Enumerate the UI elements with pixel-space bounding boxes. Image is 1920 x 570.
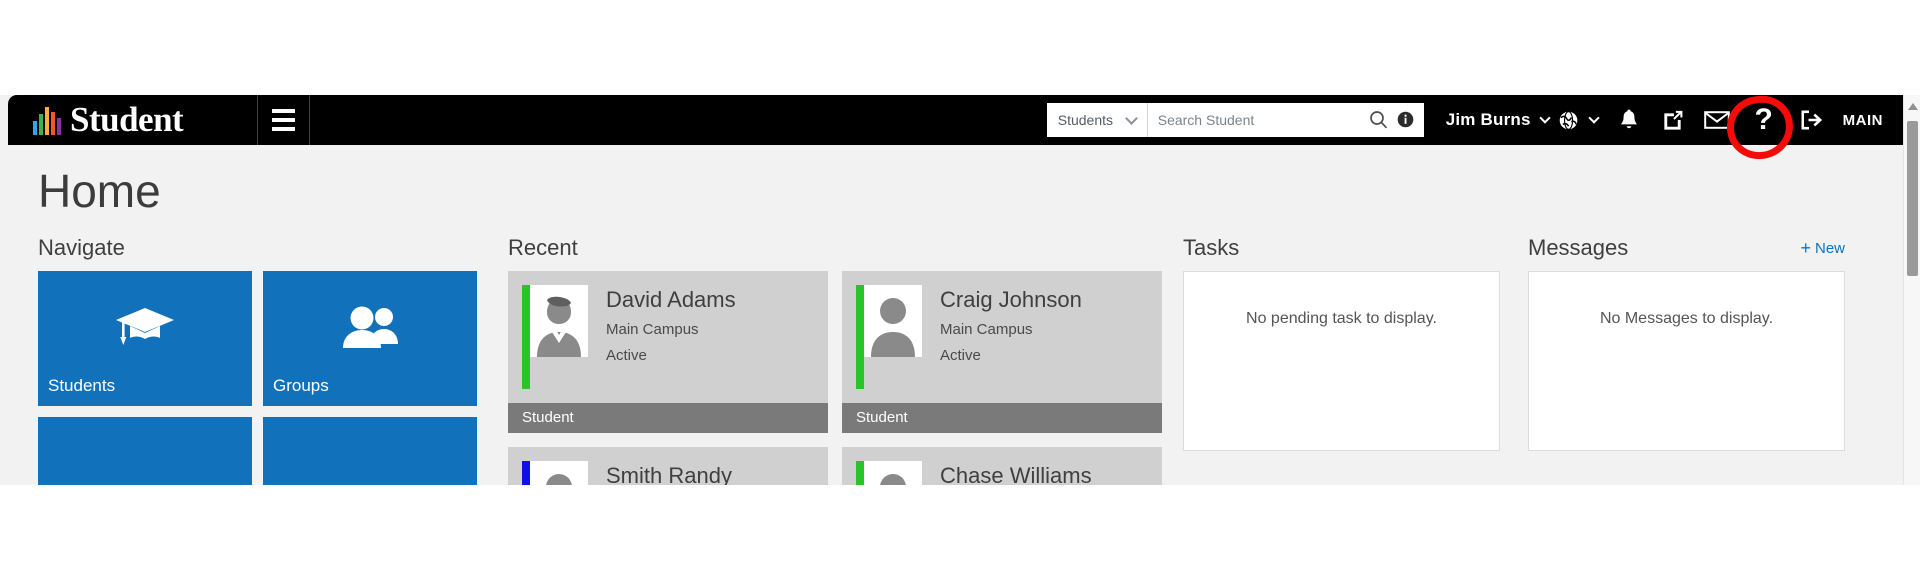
tile-students[interactable]: Students [38, 271, 252, 407]
messages-heading: Messages [1528, 235, 1629, 261]
tile-extra-2[interactable] [263, 417, 477, 485]
recent-card-campus: Main Campus [940, 320, 1033, 338]
scroll-up-arrow-icon[interactable] [1908, 103, 1918, 110]
recent-card-body: Smith Randy Main Campus Active [508, 447, 828, 485]
tasks-section: Tasks No pending task to display. [1183, 237, 1528, 485]
search-group: Students [1046, 103, 1424, 137]
recent-card[interactable]: Smith Randy Main Campus Active Student [508, 447, 828, 485]
chevron-down-icon [1124, 112, 1138, 125]
plus-icon: + [1800, 238, 1811, 259]
brand-name: Student [70, 100, 184, 139]
magnifier-icon[interactable] [1369, 110, 1388, 134]
status-stripe [522, 285, 530, 390]
recent-card-type: Student [842, 403, 1162, 434]
recent-card-grid: David Adams Main Campus Active Student C… [508, 271, 1183, 485]
avatar [864, 285, 922, 358]
question-mark-icon[interactable]: ? [1739, 95, 1789, 145]
main-context-label[interactable]: MAIN [1833, 95, 1883, 145]
avatar [530, 285, 588, 358]
dashboard-columns: Navigate Students Groups Recent David Ad… [8, 215, 1892, 485]
search-scope-select[interactable]: Students [1046, 103, 1147, 137]
recent-card-name: Smith Randy [606, 463, 732, 485]
avatar [530, 461, 588, 485]
tasks-panel: No pending task to display. [1183, 271, 1500, 452]
recent-card-name: Chase Williams [940, 463, 1092, 485]
navigate-heading: Navigate [38, 235, 125, 261]
search-scope-value: Students [1057, 112, 1113, 128]
recent-card[interactable]: David Adams Main Campus Active Student [508, 271, 828, 434]
hamburger-menu-icon[interactable] [258, 95, 310, 145]
status-stripe [856, 461, 864, 485]
application-window: Student Students Search Student Jim Burn… [0, 95, 1920, 485]
navigate-section: Navigate Students Groups [38, 237, 508, 485]
messages-heading-row: Messages + New [1528, 237, 1873, 259]
tile-extra-1[interactable] [38, 417, 252, 485]
recent-card-campus: Main Campus [606, 320, 699, 338]
recent-card-name: David Adams [606, 287, 736, 313]
user-name-label: Jim Burns [1445, 110, 1531, 129]
people-icon [337, 304, 403, 373]
bar-chart-logo-icon [33, 105, 61, 135]
bell-icon[interactable] [1607, 95, 1651, 145]
recent-card-name: Craig Johnson [940, 287, 1082, 313]
messages-panel: No Messages to display. [1528, 271, 1845, 452]
top-navigation-bar: Student Students Search Student Jim Burn… [8, 95, 1905, 145]
chevron-down-icon [1588, 112, 1600, 124]
tile-label: Groups [273, 376, 329, 396]
tasks-empty-text: No pending task to display. [1246, 310, 1437, 328]
vertical-scrollbar[interactable] [1903, 95, 1920, 485]
search-icons [1369, 110, 1414, 134]
recent-card-info: Chase Williams Main Campus Active [922, 461, 1092, 485]
recent-card-type: Student [508, 403, 828, 434]
help-glyph: ? [1754, 103, 1773, 136]
avatar [864, 461, 922, 485]
status-stripe [856, 285, 864, 390]
main-label-text: MAIN [1842, 111, 1883, 129]
brand-logo[interactable]: Student [8, 95, 258, 145]
graduation-cap-icon [114, 304, 176, 373]
recent-card[interactable]: Chase Williams Main Campus Active Studen… [842, 447, 1162, 485]
logout-icon[interactable] [1789, 95, 1833, 145]
messages-empty-text: No Messages to display. [1599, 310, 1774, 328]
search-field-wrapper [1146, 103, 1424, 137]
recent-card-body: Chase Williams Main Campus Active [842, 447, 1162, 485]
envelope-icon[interactable] [1695, 95, 1739, 145]
info-icon[interactable] [1397, 111, 1414, 133]
recent-card-body: Craig Johnson Main Campus Active [842, 271, 1162, 403]
recent-card-info: Craig Johnson Main Campus Active [922, 285, 1082, 389]
tasks-heading: Tasks [1183, 235, 1240, 261]
recent-section: Recent David Adams Main Campus Active St… [508, 237, 1183, 485]
recent-card-info: David Adams Main Campus Active [588, 285, 736, 389]
recent-heading: Recent [508, 235, 578, 261]
navigate-tile-grid: Students Groups [38, 271, 508, 485]
recent-card[interactable]: Craig Johnson Main Campus Active Student [842, 271, 1162, 434]
external-link-icon[interactable] [1651, 95, 1695, 145]
recent-card-status: Active [940, 346, 981, 364]
new-message-button[interactable]: + New [1800, 239, 1845, 257]
page-title: Home [38, 165, 161, 217]
tile-label: Students [48, 376, 116, 396]
tile-groups[interactable]: Groups [263, 271, 477, 407]
search-input[interactable] [1157, 105, 1373, 135]
page-content: Home Navigate Students Groups Recent Dav… [8, 145, 1892, 485]
recent-card-body: David Adams Main Campus Active [508, 271, 828, 403]
new-message-label: New [1814, 239, 1845, 257]
recent-card-status: Active [606, 346, 647, 364]
globe-icon[interactable] [1549, 95, 1607, 145]
header-toolbar: Jim Burns ? MAIN [1424, 95, 1905, 145]
status-stripe [522, 461, 530, 485]
scrollbar-thumb[interactable] [1907, 121, 1918, 276]
messages-section: Messages + New No Messages to display. [1528, 237, 1873, 485]
recent-card-info: Smith Randy Main Campus Active [588, 461, 732, 485]
user-menu[interactable]: Jim Burns [1424, 95, 1551, 145]
